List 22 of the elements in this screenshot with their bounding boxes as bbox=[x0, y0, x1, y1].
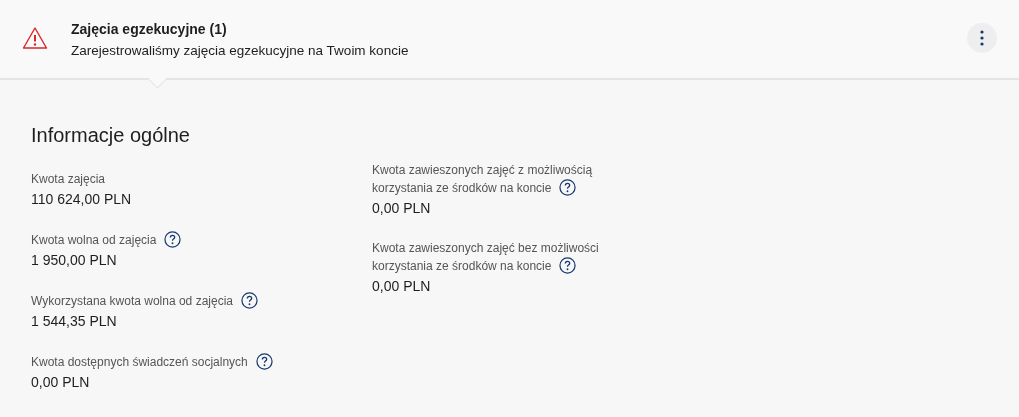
field-value: 0,00 PLN bbox=[372, 200, 432, 216]
help-icon[interactable] bbox=[559, 256, 577, 274]
field-value: 0,00 PLN bbox=[372, 278, 432, 294]
field-label: Kwota wolna od zajęcia bbox=[31, 233, 182, 247]
notification-title: Zajęcia egzekucyjne (1) bbox=[71, 20, 228, 37]
more-icon bbox=[980, 30, 984, 46]
notification-message: Zarejestrowaliśmy zajęcia egzekucyjne na Twoim koncie bbox=[71, 42, 410, 58]
help-icon[interactable] bbox=[164, 230, 182, 248]
field-value: 110 624,00 PLN bbox=[31, 191, 133, 207]
field-label: Kwota zawieszonych zajęć z możliwością korzystania ze środków na koncie bbox=[372, 162, 594, 197]
help-icon[interactable] bbox=[255, 352, 273, 370]
field-label: Kwota zawieszonych zajęć bez możliwości korzystania ze środków na koncie bbox=[372, 240, 600, 275]
warning-icon bbox=[22, 26, 48, 50]
help-icon[interactable] bbox=[559, 178, 577, 196]
section-title: Informacje ogólne bbox=[31, 124, 191, 147]
field-label: Wykorzystana kwota wolna od zajęcia bbox=[31, 294, 258, 308]
field-label: Kwota zajęcia bbox=[31, 172, 106, 186]
field-value: 1 544,35 PLN bbox=[31, 313, 118, 329]
field-label: Kwota dostępnych świadczeń socjalnych bbox=[31, 355, 273, 369]
field-value: 1 950,00 PLN bbox=[31, 252, 118, 268]
help-icon[interactable] bbox=[241, 291, 258, 309]
field-value: 0,00 PLN bbox=[31, 374, 91, 390]
